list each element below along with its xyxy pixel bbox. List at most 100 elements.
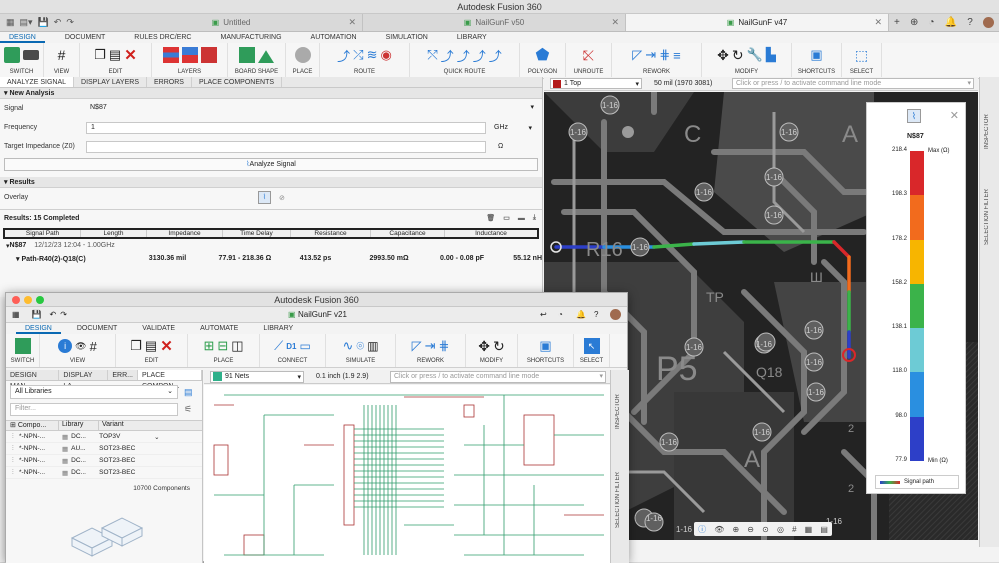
- legend-icon[interactable]: ⌇: [907, 109, 921, 123]
- export-icon[interactable]: ⤓: [533, 214, 536, 222]
- inspector-tab[interactable]: INSPECTOR: [984, 97, 990, 167]
- close-window-button[interactable]: [12, 296, 20, 304]
- zoom-fit-icon[interactable]: ⊙: [762, 525, 769, 534]
- overlay-off-icon[interactable]: ⊘: [279, 194, 285, 202]
- zoom-window-icon[interactable]: ◎: [777, 525, 784, 534]
- path-row[interactable]: ▾ Path-R40(2)-Q18(C) 3130.36 mil 77.91 -…: [0, 252, 542, 265]
- tab-design[interactable]: DESIGN: [0, 32, 45, 43]
- close-icon[interactable]: ✕: [950, 109, 959, 122]
- close-icon[interactable]: ✕: [611, 17, 619, 28]
- undo-icon[interactable]: ↶: [50, 310, 57, 319]
- col-impedance[interactable]: Impedance: [147, 230, 223, 237]
- redo-icon[interactable]: ↷: [60, 310, 67, 319]
- col-length[interactable]: Length: [81, 230, 147, 237]
- tab-nailgunf-v50[interactable]: ▣ NailGunF v50 ✕: [363, 14, 626, 31]
- jobs-icon[interactable]: ◔: [558, 310, 563, 319]
- zoom-in-icon[interactable]: ⊕: [732, 525, 739, 534]
- group-view[interactable]: i 👁 # VIEW: [40, 334, 116, 367]
- tab-validate[interactable]: VALIDATE: [126, 323, 184, 334]
- col-component[interactable]: ⊞ Compo...: [6, 421, 58, 430]
- group-select[interactable]: ↖ SELECT: [574, 334, 610, 367]
- schematic-canvas[interactable]: [204, 385, 610, 563]
- analyze-signal-button[interactable]: ⌇Analyze Signal: [4, 158, 538, 171]
- new-tab-icon[interactable]: +: [894, 17, 900, 28]
- layer-select[interactable]: 1 Top ▾: [550, 78, 642, 89]
- group-rework[interactable]: ◸ ⇥ ⋕ REWORK: [396, 334, 466, 367]
- col-variant[interactable]: Variant: [98, 421, 202, 430]
- group-place[interactable]: ⊞ ⊟ ◫ PLACE: [188, 334, 260, 367]
- group-modify[interactable]: ✥ ↻ MODIFY: [466, 334, 518, 367]
- tab-display-layers[interactable]: DISPLAY LA...: [59, 370, 109, 390]
- group-place[interactable]: PLACE: [286, 43, 320, 78]
- zoom-window-button[interactable]: [36, 296, 44, 304]
- table-row[interactable]: ⫶ *-NPN-... ▦ DC... TOP3V ⌄: [6, 431, 202, 443]
- tab-document[interactable]: DOCUMENT: [61, 323, 126, 334]
- group-switch[interactable]: SWITCH: [6, 334, 40, 367]
- file-icon[interactable]: ▤▾: [20, 17, 33, 28]
- collapse-all-icon[interactable]: ▭: [503, 214, 510, 222]
- tab-simulation[interactable]: SIMULATION: [366, 32, 437, 43]
- save-icon[interactable]: 💾: [38, 17, 49, 28]
- tab-document[interactable]: DOCUMENT: [45, 32, 114, 43]
- new-analysis-header[interactable]: ▾ New Analysis: [0, 88, 542, 99]
- tab-automate[interactable]: AUTOMATE: [184, 323, 247, 334]
- redo-icon[interactable]: ↷: [66, 17, 74, 28]
- group-view[interactable]: # VIEW: [44, 43, 80, 78]
- col-resistance[interactable]: Resistance: [291, 230, 371, 237]
- zoom-out-icon[interactable]: ⊖: [747, 525, 754, 534]
- jobs-icon[interactable]: ◔: [929, 17, 935, 28]
- help-icon[interactable]: ?: [594, 310, 598, 319]
- col-library[interactable]: Library: [58, 421, 98, 430]
- command-line-input[interactable]: Click or press / to activate command lin…: [390, 370, 606, 383]
- info-icon[interactable]: ⓘ: [698, 524, 706, 535]
- group-shortcuts[interactable]: ▣ SHORTCUTS: [518, 334, 574, 367]
- avatar[interactable]: [610, 309, 621, 320]
- group-unroute[interactable]: ⤪ UNROUTE: [566, 43, 612, 78]
- avatar[interactable]: [982, 17, 994, 28]
- tab-untitled[interactable]: ▣ Untitled ✕: [100, 14, 363, 31]
- tab-rules[interactable]: RULES DRC/ERC: [114, 32, 200, 43]
- extensions-icon[interactable]: ⊕: [910, 17, 918, 28]
- tab-automation[interactable]: AUTOMATION: [291, 32, 366, 43]
- selection-filter-tab[interactable]: SELECTION FILTER: [984, 177, 990, 257]
- filter-settings-icon[interactable]: ⚟: [184, 404, 192, 415]
- frequency-unit-select[interactable]: GHz ▾: [486, 124, 536, 132]
- net-row[interactable]: ▾ N$87 12/12/23 12:04 - 1.00GHz: [0, 239, 542, 252]
- table-row[interactable]: ⫶ *-NPN-... ▦ DC... SOT23-BEC: [6, 467, 202, 479]
- col-signal-path[interactable]: Signal Path: [5, 230, 81, 237]
- grid-menu-icon[interactable]: ▦: [12, 310, 20, 319]
- tab-place-components[interactable]: PLACE COMPONENTS: [192, 77, 283, 87]
- layers-icon[interactable]: ▤: [820, 525, 828, 534]
- group-quick-route[interactable]: ⤲ ⤴ ⤴ ⤴ ⤴ QUICK ROUTE: [410, 43, 520, 78]
- library-manager-icon[interactable]: ▤: [184, 387, 193, 398]
- command-line-input[interactable]: Click or press / to activate command lin…: [732, 78, 974, 89]
- grid-icon[interactable]: #: [792, 525, 796, 534]
- group-shortcuts[interactable]: ▣ SHORTCUTS: [792, 43, 842, 78]
- tab-design-manager[interactable]: DESIGN MAN...: [6, 370, 60, 390]
- notifications-icon[interactable]: 🔔: [945, 17, 957, 28]
- group-switch[interactable]: SWITCH: [0, 43, 44, 78]
- tab-library[interactable]: LIBRARY: [247, 323, 302, 334]
- table-row[interactable]: ⫶ *-NPN-... ▦ AU... SOT23-BEC: [6, 443, 202, 455]
- selection-filter-tab[interactable]: SELECTION FILTER: [615, 460, 621, 540]
- undo-icon[interactable]: ↶: [54, 17, 62, 28]
- minimize-window-button[interactable]: [24, 296, 32, 304]
- help-icon[interactable]: ?: [967, 17, 973, 28]
- col-time-delay[interactable]: Time Delay: [223, 230, 291, 237]
- expand-all-icon[interactable]: ▬: [518, 215, 525, 222]
- group-route[interactable]: ⤴ ⤮ ≋ ◉ ROUTE: [320, 43, 410, 78]
- trash-icon[interactable]: 🗑: [486, 214, 495, 222]
- results-header[interactable]: ▾ Results: [0, 177, 542, 188]
- back-icon[interactable]: ↩: [540, 310, 547, 319]
- tab-design[interactable]: DESIGN: [16, 323, 61, 334]
- group-board-shape[interactable]: BOARD SHAPE: [228, 43, 286, 78]
- impedance-input[interactable]: [86, 140, 486, 153]
- tab-place-components[interactable]: PLACE COMPON...: [138, 370, 202, 390]
- notifications-icon[interactable]: 🔔: [576, 310, 586, 319]
- tab-manufacturing[interactable]: MANUFACTURING: [200, 32, 290, 43]
- tab-errors[interactable]: ERR...: [108, 370, 138, 380]
- group-edit[interactable]: ❐ ▤ ✕ EDIT: [116, 334, 188, 367]
- group-polygon[interactable]: ⬟ POLYGON: [520, 43, 566, 78]
- eye-icon[interactable]: 👁: [714, 525, 724, 534]
- group-layers[interactable]: LAYERS: [152, 43, 228, 78]
